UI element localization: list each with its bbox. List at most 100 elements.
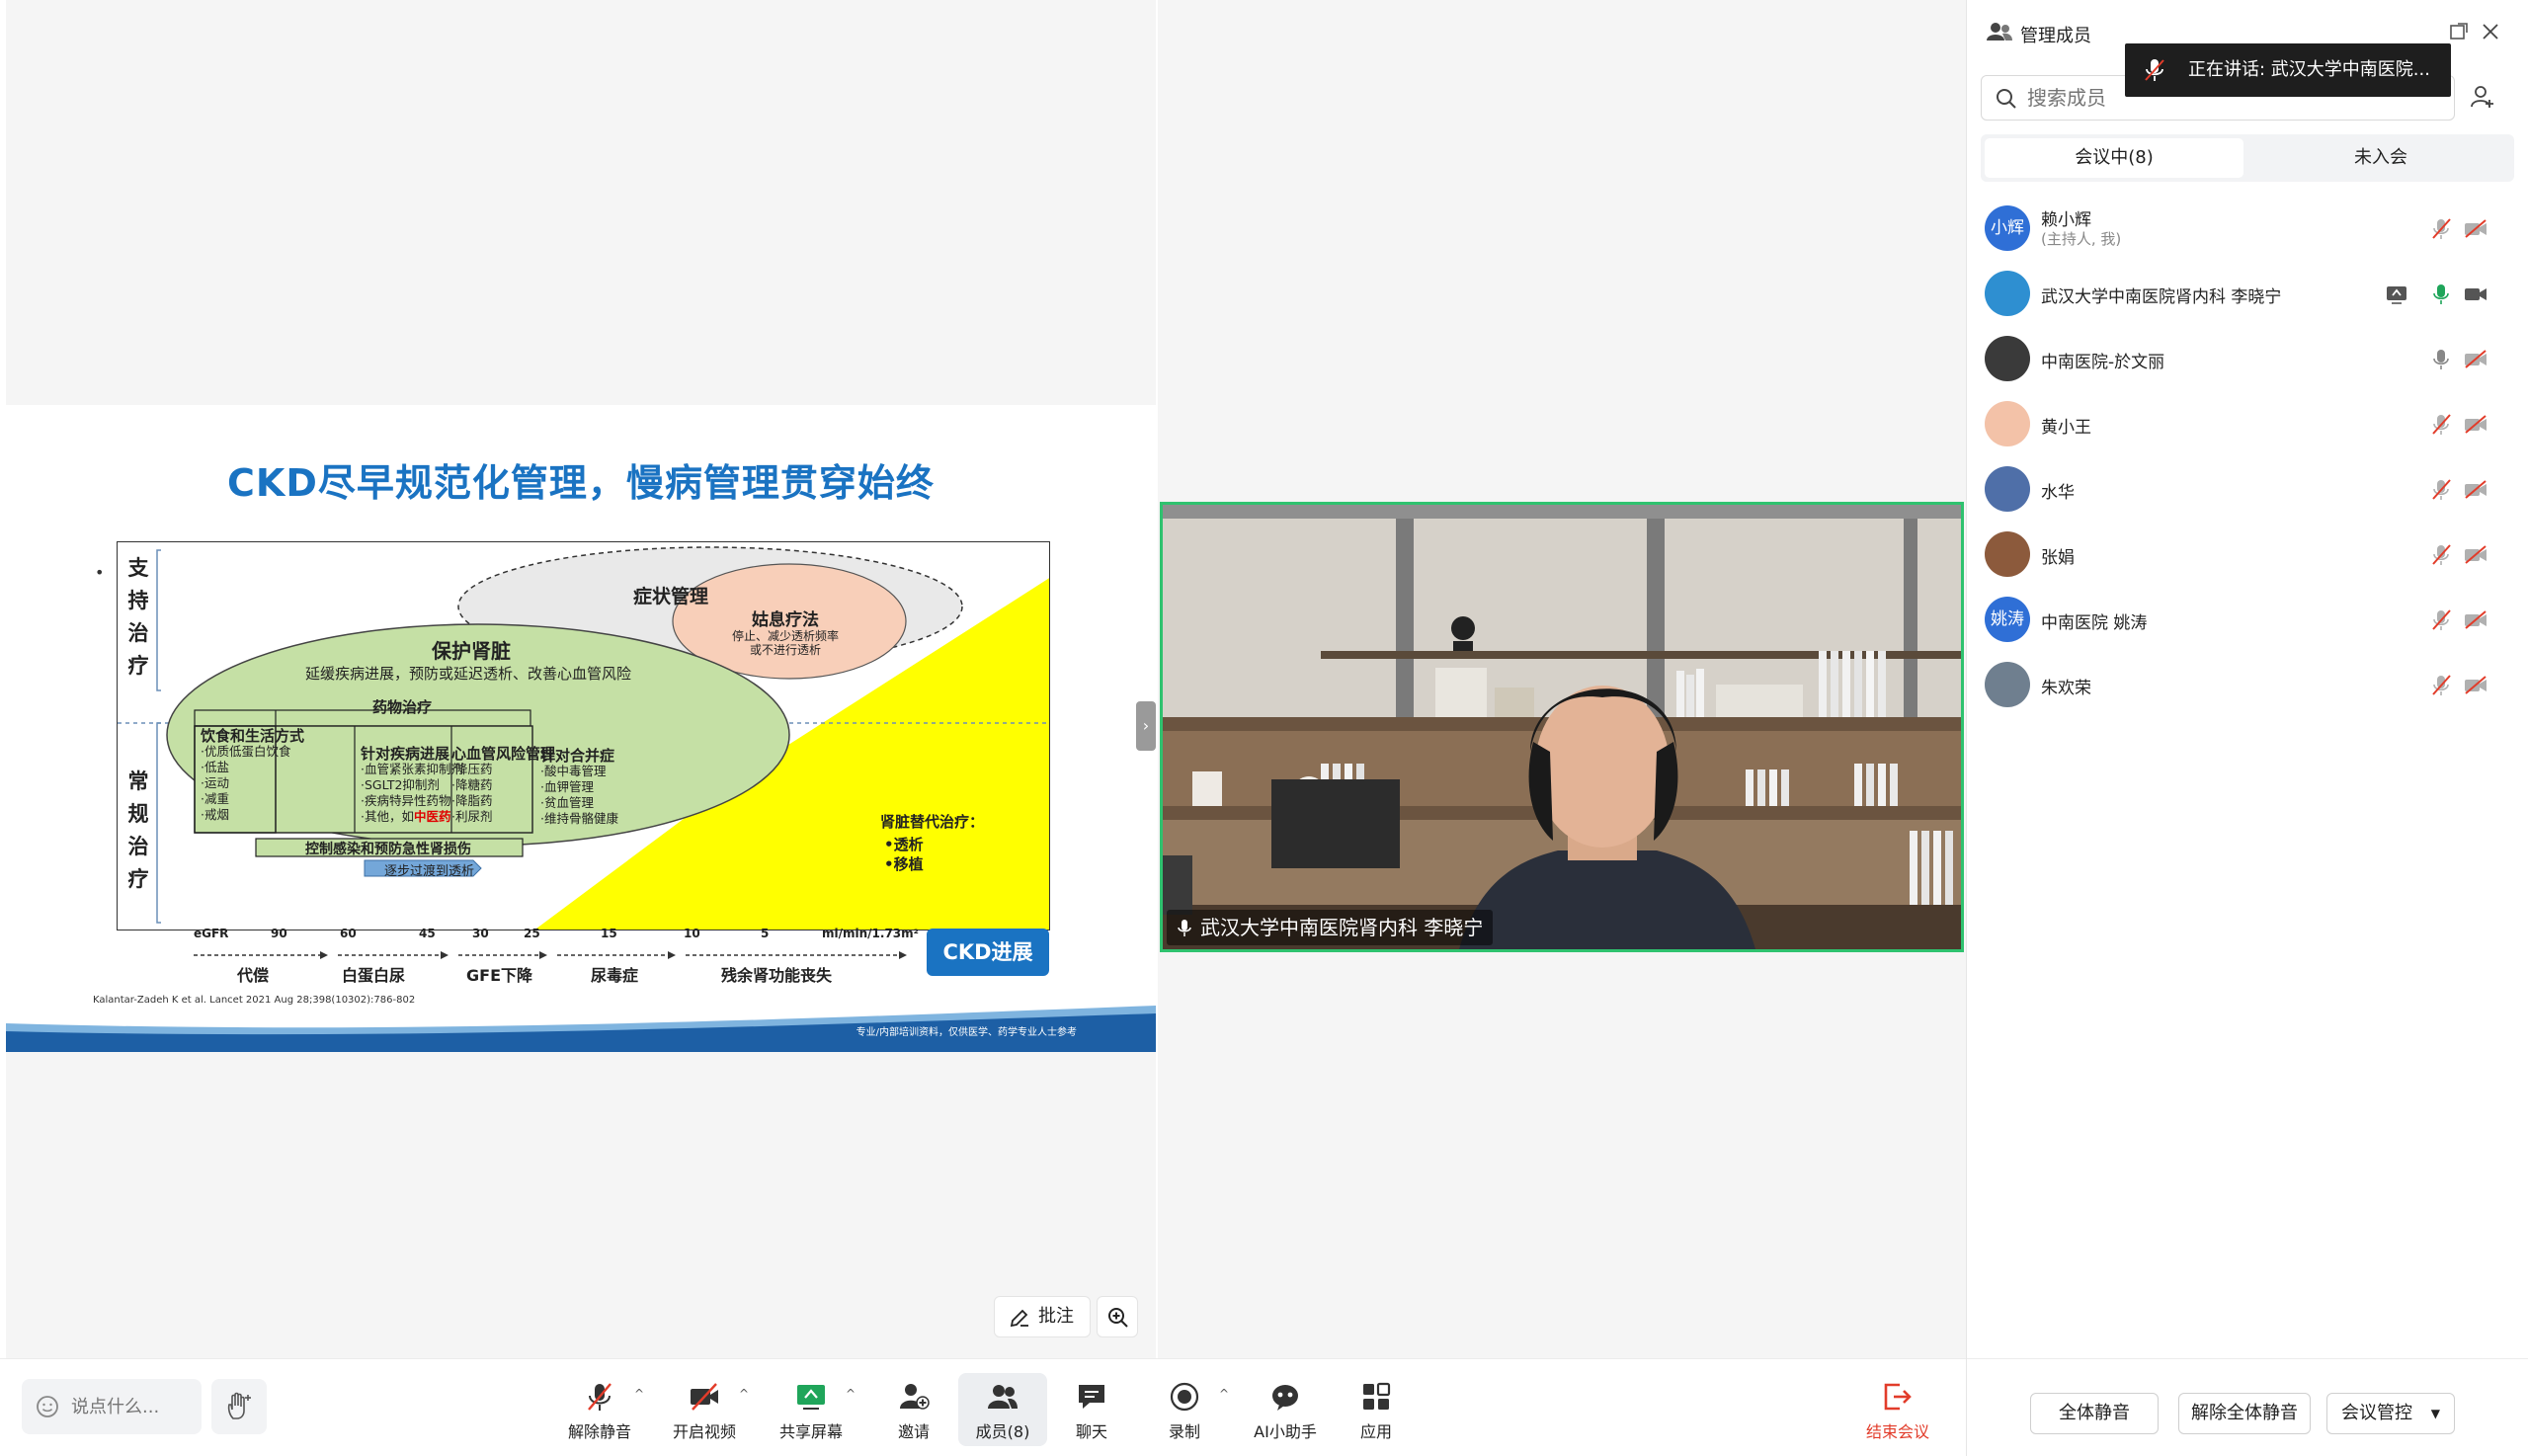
- video-frame: [1163, 505, 1961, 949]
- avatar: [1985, 336, 2030, 381]
- chevron-up-icon[interactable]: ^: [739, 1387, 749, 1401]
- member-row[interactable]: 水华: [1967, 456, 2528, 522]
- egfr-tick: 15: [601, 927, 617, 940]
- camera-off-icon[interactable]: [2464, 350, 2487, 373]
- stage-label: 尿毒症: [591, 966, 639, 985]
- search-icon: [1997, 89, 2016, 109]
- active-speaker-video[interactable]: 武汉大学中南医院肾内科 李晓宁: [1160, 502, 1964, 952]
- egfr-tick: 90: [271, 927, 287, 940]
- panel-title: 管理成员: [2020, 26, 2091, 46]
- sharing-screen-icon: [2386, 284, 2407, 308]
- slide-bullet: •: [95, 563, 105, 582]
- close-icon[interactable]: [2481, 22, 2500, 41]
- shared-slide: CKD尽早规范化管理，慢病管理贯穿始终 • 支 持 治 疗 常 规 治 疗 症状…: [6, 405, 1156, 1052]
- camera-off-icon[interactable]: [2464, 415, 2487, 439]
- member-row[interactable]: 张娟: [1967, 522, 2528, 587]
- speaking-mic-icon: [2145, 59, 2164, 81]
- emoji-icon[interactable]: [36, 1395, 59, 1418]
- drug-therapy-label: 药物治疗: [372, 698, 433, 716]
- mic-icon[interactable]: [2431, 283, 2451, 310]
- mic-muted-icon[interactable]: [2431, 217, 2451, 245]
- avatar: [1985, 466, 2030, 512]
- avatar: 小辉: [1985, 205, 2030, 251]
- tab-in-meeting[interactable]: 会议中(8): [1985, 138, 2243, 178]
- mic-muted-icon[interactable]: [2431, 674, 2451, 701]
- raise-hand-button[interactable]: [211, 1379, 267, 1434]
- zoom-in-button[interactable]: [1097, 1296, 1138, 1337]
- member-role: (主持人, 我): [2041, 230, 2122, 248]
- member-tabs: 会议中(8) 未入会: [1981, 134, 2514, 182]
- quick-chat-input[interactable]: [71, 1393, 190, 1420]
- add-member-icon[interactable]: [2471, 85, 2494, 109]
- egfr-tick: 30: [472, 927, 489, 940]
- member-name: 中南医院-於文丽: [2041, 353, 2165, 372]
- apps-button[interactable]: 应用: [1332, 1373, 1421, 1446]
- invite-button[interactable]: 邀请: [869, 1373, 958, 1446]
- member-management-panel: 管理成员 搜索成员 正在讲话: 武汉大学中南医院... 会议中(8) 未入会 小…: [1966, 0, 2528, 1456]
- mic-icon[interactable]: [2431, 348, 2451, 375]
- member-name: 张娟: [2041, 548, 2075, 568]
- camera-off-icon[interactable]: [2464, 610, 2487, 634]
- unmute-all-button[interactable]: 解除全体静音: [2178, 1393, 2311, 1434]
- member-row[interactable]: 姚涛 中南医院 姚涛: [1967, 587, 2528, 652]
- ckd-management-diagram: 支持 治疗 常规 治疗 症状管理 姑息疗法 停止、减少透析频率 或不进行透析 保…: [117, 541, 1050, 930]
- member-list: 小辉 赖小辉 (主持人, 我) 武汉大学中南医院肾内科 李晓宁 中南医院-於文丽 黄小王水…: [1967, 196, 2528, 717]
- member-row[interactable]: 中南医院-於文丽: [1967, 326, 2528, 391]
- egfr-label: eGFR: [194, 927, 229, 940]
- camera-icon[interactable]: [2464, 284, 2487, 308]
- popout-icon[interactable]: [2449, 22, 2469, 41]
- collapse-toggle-button[interactable]: ›: [1136, 701, 1156, 751]
- end-meeting-icon: [1884, 1383, 1912, 1411]
- mic-muted-icon[interactable]: [2431, 543, 2451, 571]
- invite-icon: [900, 1384, 930, 1410]
- quick-chat-box[interactable]: [22, 1379, 202, 1434]
- slide-citation: Kalantar-Zadeh K et al. Lancet 2021 Aug …: [93, 995, 416, 1006]
- chevron-up-icon[interactable]: ^: [1219, 1387, 1229, 1401]
- raise-hand-icon: [227, 1392, 251, 1419]
- member-row[interactable]: 武汉大学中南医院肾内科 李晓宁: [1967, 261, 2528, 326]
- meeting-window: CKD尽早规范化管理，慢病管理贯穿始终 • 支 持 治 疗 常 规 治 疗 症状…: [0, 0, 2528, 1456]
- zoom-in-icon: [1108, 1308, 1128, 1328]
- member-row[interactable]: 黄小王: [1967, 391, 2528, 456]
- chat-icon: [1079, 1385, 1104, 1409]
- members-button[interactable]: 成员(8): [958, 1373, 1047, 1446]
- meeting-toolbar: ^ 解除静音 ^ 开启视频 ^ 共享屏幕: [0, 1358, 1966, 1456]
- camera-off-icon[interactable]: [2464, 676, 2487, 699]
- slide-title: CKD尽早规范化管理，慢病管理贯穿始终: [227, 461, 935, 505]
- protect-kidney-desc: 延缓疾病进展，预防或延迟透析、改善心血管风险: [305, 665, 632, 683]
- mute-all-button[interactable]: 全体静音: [2030, 1393, 2159, 1434]
- camera-off-icon[interactable]: [2464, 219, 2487, 243]
- member-row[interactable]: 朱欢荣: [1967, 652, 2528, 717]
- record-button[interactable]: ^ 录制: [1140, 1373, 1229, 1446]
- member-row[interactable]: 小辉 赖小辉 (主持人, 我): [1967, 196, 2528, 261]
- start-video-button[interactable]: ^ 开启视频: [660, 1373, 749, 1446]
- shared-screen-area: CKD尽早规范化管理，慢病管理贯穿始终 • 支 持 治 疗 常 规 治 疗 症状…: [6, 0, 1156, 1358]
- end-meeting-button[interactable]: 结束会议: [1853, 1373, 1942, 1446]
- meeting-control-button[interactable]: 会议管控 ▼: [2326, 1393, 2455, 1434]
- unmute-button[interactable]: ^ 解除静音: [555, 1373, 644, 1446]
- palliative-desc-2: 或不进行透析: [750, 643, 822, 657]
- pen-icon: [1010, 1309, 1028, 1328]
- renal-replacement-title: 肾脏替代治疗：: [880, 813, 985, 831]
- mic-muted-icon[interactable]: [2431, 478, 2451, 506]
- chevron-up-icon[interactable]: ^: [846, 1387, 856, 1401]
- mic-muted-icon[interactable]: [2431, 608, 2451, 636]
- annotate-button[interactable]: 批注: [994, 1296, 1091, 1337]
- mic-muted-icon[interactable]: [2431, 413, 2451, 441]
- speaking-indicator-toast: 正在讲话: 武汉大学中南医院...: [2125, 43, 2451, 97]
- member-name: 武汉大学中南医院肾内科 李晓宁: [2041, 287, 2282, 307]
- chevron-up-icon[interactable]: ^: [634, 1387, 644, 1401]
- tab-not-joined[interactable]: 未入会: [2251, 138, 2510, 178]
- ai-assistant-button[interactable]: AI小助手: [1241, 1373, 1330, 1446]
- chat-button[interactable]: 聊天: [1047, 1373, 1136, 1446]
- symptom-management-label: 症状管理: [633, 586, 709, 607]
- camera-off-icon[interactable]: [2464, 545, 2487, 569]
- member-name: 水华: [2041, 483, 2075, 503]
- camera-off-icon[interactable]: [2464, 480, 2487, 504]
- diet-lifestyle-box: 饮食和生活方式 ·优质低蛋白饮食 ·低盐 ·运动 ·减重 ·戒烟: [201, 727, 305, 822]
- panel-footer: 全体静音 解除全体静音 会议管控 ▼: [1967, 1358, 2528, 1456]
- avatar: [1985, 662, 2030, 707]
- infection-control-label: 控制感染和预防急性肾损伤: [305, 842, 471, 857]
- share-screen-button[interactable]: ^ 共享屏幕: [767, 1373, 856, 1446]
- video-participant-name: 武汉大学中南医院肾内科 李晓宁: [1167, 910, 1494, 945]
